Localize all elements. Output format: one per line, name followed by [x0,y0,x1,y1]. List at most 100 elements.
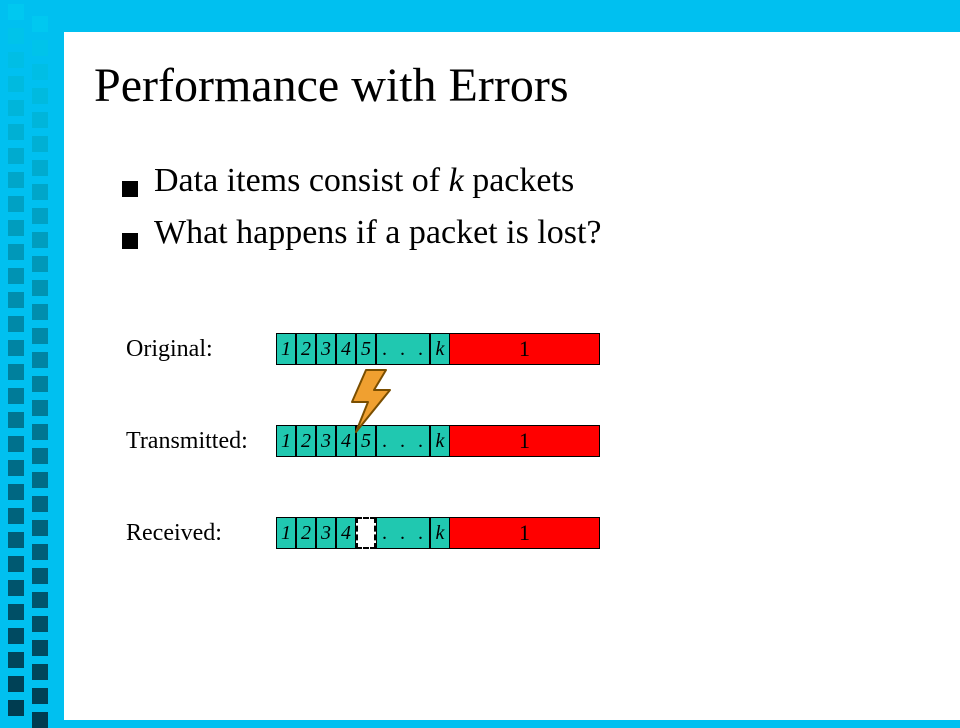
deco-square [8,556,24,572]
packet-cell: 5 [356,333,376,365]
packet-cell: 1 [276,333,296,365]
deco-square [32,64,48,80]
deco-square [8,484,24,500]
deco-square [8,4,24,20]
packet-cell: 1 [276,517,296,549]
packet-k: k [430,333,450,365]
deco-square [8,604,24,620]
bullet-pre: Data items consist of [154,162,449,199]
bullet-list: Data items consist of k packets What hap… [122,162,602,266]
deco-square [8,316,24,332]
deco-square [8,508,24,524]
bullet-item: What happens if a packet is lost? [122,214,602,252]
packet-cell: 2 [296,333,316,365]
deco-square [8,460,24,476]
packet-dots: . . . [376,333,430,365]
deco-square [8,100,24,116]
deco-square [32,472,48,488]
packet-dots: . . . [376,517,430,549]
row-label: Received: [126,520,276,547]
packet-cell: 4 [336,333,356,365]
deco-square [32,256,48,272]
deco-square [8,364,24,380]
deco-square [8,76,24,92]
bullet-text: What happens if a packet is lost? [154,214,602,252]
deco-square [8,700,24,716]
deco-square [32,568,48,584]
deco-square [8,388,24,404]
deco-square [32,280,48,296]
packet-cell: 2 [296,425,316,457]
deco-square [32,160,48,176]
deco-square [32,520,48,536]
deco-square [32,376,48,392]
deco-square [32,424,48,440]
deco-square [32,592,48,608]
deco-square [8,412,24,428]
bullet-item: Data items consist of k packets [122,162,602,200]
packet-cell-lost [356,517,376,549]
bullet-marker [122,233,138,249]
bullet-post: packets [464,162,574,199]
row-original: Original: 1 2 3 4 5 . . . k 1 [126,332,600,366]
bullet-pre: What happens if a packet is lost? [154,214,602,251]
deco-square [32,184,48,200]
packet-cell: 4 [336,517,356,549]
deco-square [32,616,48,632]
packet-dots: . . . [376,425,430,457]
deco-square [8,220,24,236]
packet-strip: 1 2 3 4 . . . k 1 [276,517,600,549]
deco-square [32,328,48,344]
red-block: 1 [450,425,600,457]
deco-square [8,244,24,260]
packet-k: k [430,517,450,549]
red-block: 1 [450,333,600,365]
deco-square [8,676,24,692]
deco-square [32,688,48,704]
bullet-marker [122,181,138,197]
deco-square [32,208,48,224]
deco-square [32,16,48,32]
deco-square [8,652,24,668]
deco-square [8,124,24,140]
bullet-text: Data items consist of k packets [154,162,574,200]
packet-cell: 4 [336,425,356,457]
deco-square [8,436,24,452]
deco-square [8,172,24,188]
packet-k: k [430,425,450,457]
deco-square [8,292,24,308]
deco-square [32,352,48,368]
slide-panel: Performance with Errors Data items consi… [64,32,960,720]
packet-strip: 1 2 3 4 5 . . . k 1 [276,425,600,457]
deco-square [32,40,48,56]
deco-square [32,712,48,728]
bullet-em: k [449,162,464,199]
deco-square [8,580,24,596]
deco-square [32,88,48,104]
row-transmitted: Transmitted: 1 2 3 4 5 . . . k 1 [126,424,600,458]
deco-square [8,148,24,164]
deco-square [32,400,48,416]
deco-square [32,640,48,656]
deco-square [32,496,48,512]
packet-cell: 1 [276,425,296,457]
deco-square [8,340,24,356]
row-label: Original: [126,336,276,363]
deco-square [32,664,48,680]
deco-square [32,304,48,320]
deco-square [32,136,48,152]
deco-square [32,544,48,560]
deco-square [8,28,24,44]
deco-square [32,232,48,248]
packet-rows: Original: 1 2 3 4 5 . . . k 1 Transmitte… [126,332,600,608]
deco-square [8,196,24,212]
packet-strip: 1 2 3 4 5 . . . k 1 [276,333,600,365]
deco-square [32,112,48,128]
packet-cell: 2 [296,517,316,549]
deco-square [8,532,24,548]
slide-title: Performance with Errors [94,58,569,113]
packet-cell: 3 [316,333,336,365]
deco-square [8,628,24,644]
packet-cell: 3 [316,517,336,549]
row-received: Received: 1 2 3 4 . . . k 1 [126,516,600,550]
